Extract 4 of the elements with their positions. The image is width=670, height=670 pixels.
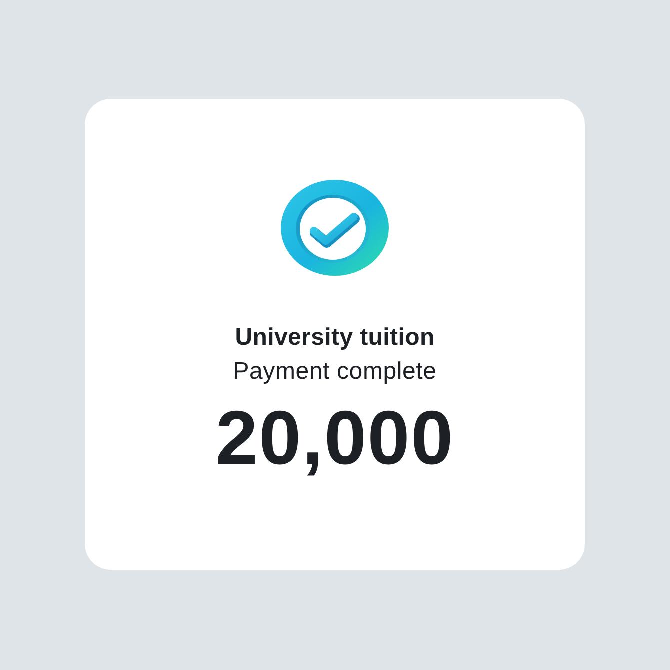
payment-status: Payment complete	[233, 357, 437, 387]
payment-amount: 20,000	[216, 399, 454, 479]
check-circle-icon	[280, 179, 390, 277]
payment-title: University tuition	[235, 323, 435, 353]
